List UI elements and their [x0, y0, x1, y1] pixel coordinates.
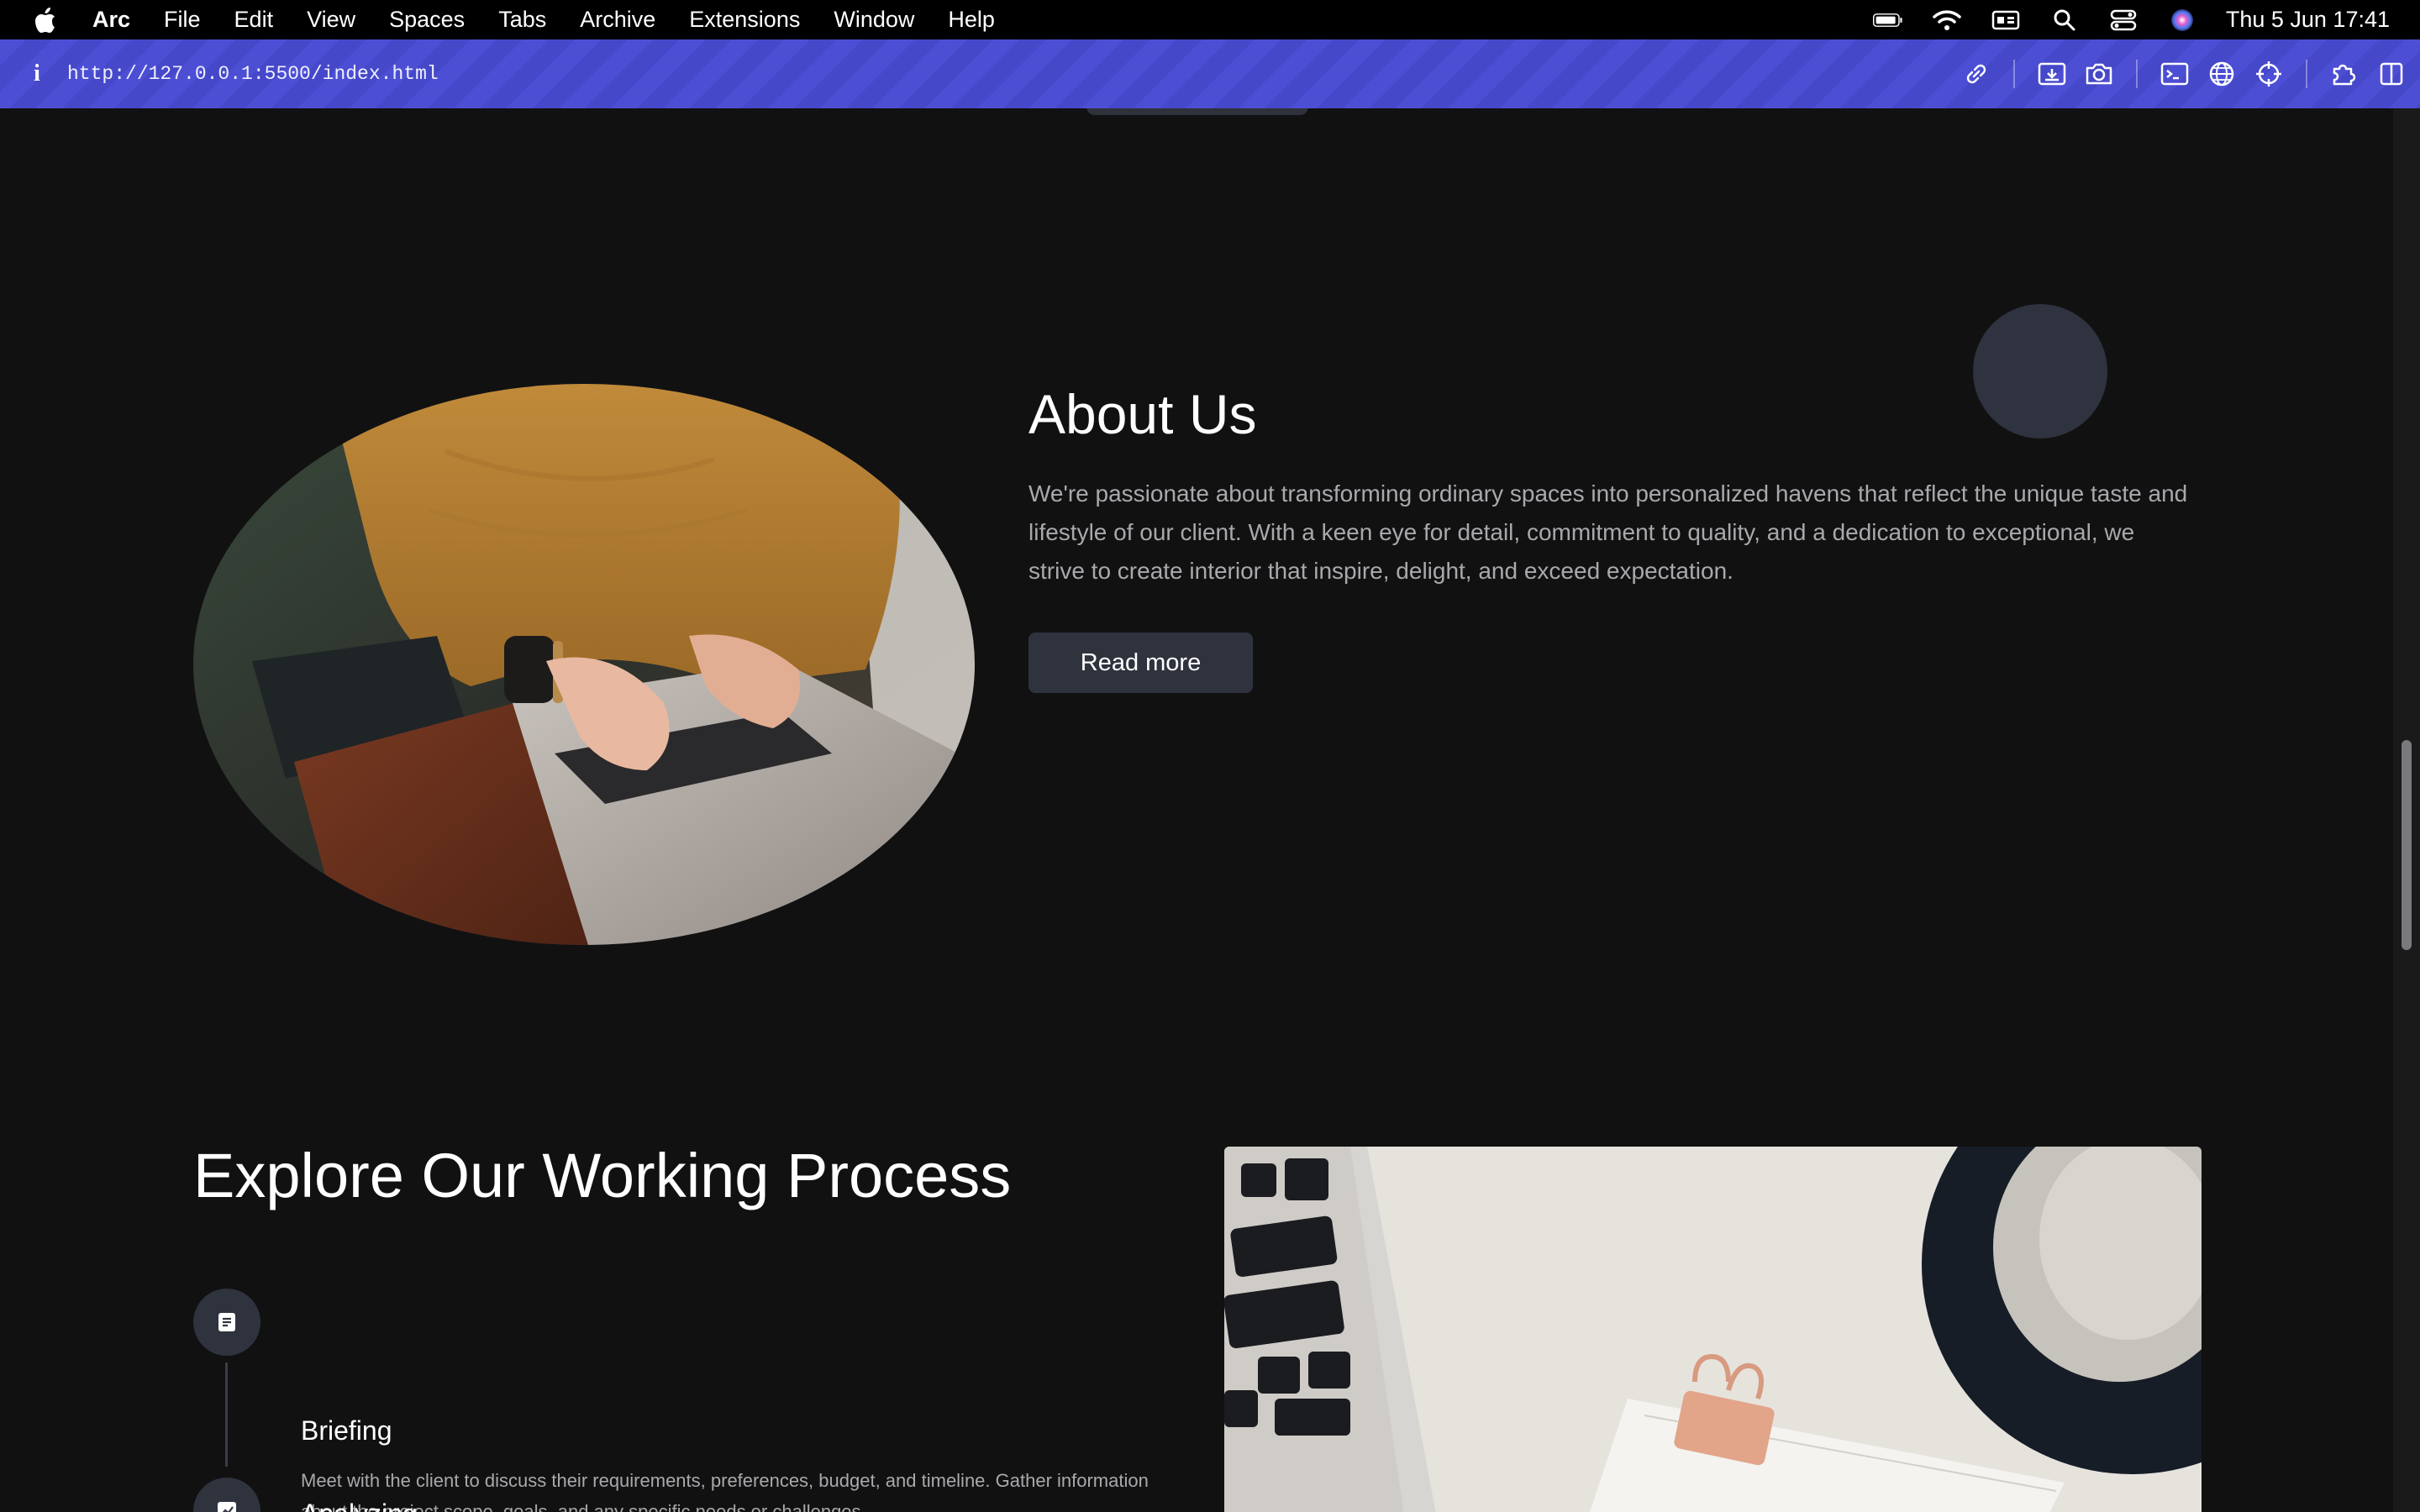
step-analyzing-title: Analyzing [301, 1499, 418, 1512]
menu-help[interactable]: Help [948, 7, 995, 33]
developer-console-icon[interactable] [2151, 50, 2198, 97]
menu-extensions[interactable]: Extensions [689, 7, 800, 33]
decorative-circle [1973, 304, 2107, 438]
apple-logo-icon[interactable] [32, 6, 57, 34]
menu-tabs[interactable]: Tabs [498, 7, 546, 33]
extensions-puzzle-icon[interactable] [2321, 50, 2368, 97]
read-more-button[interactable]: Read more [1028, 633, 1253, 693]
menu-view[interactable]: View [307, 7, 355, 33]
capture-icon[interactable] [2028, 50, 2075, 97]
toolbar-divider [2136, 60, 2138, 88]
process-title: Explore Our Working Process [193, 1141, 1012, 1210]
page-scrollbar[interactable] [2393, 108, 2420, 1512]
about-description: We're passionate about transforming ordi… [1028, 480, 2188, 584]
process-photo-desk [1224, 1147, 2202, 1512]
menu-edit[interactable]: Edit [234, 7, 274, 33]
chart-icon [218, 1502, 236, 1512]
scrollbar-thumb[interactable] [2402, 740, 2412, 950]
step-briefing-icon [193, 1289, 260, 1356]
toolbar-divider [2013, 60, 2015, 88]
input-source-icon[interactable] [1991, 8, 2021, 33]
site-info-icon[interactable]: i [29, 60, 45, 87]
globe-icon[interactable] [2198, 50, 2245, 97]
menu-window[interactable]: Window [834, 7, 914, 33]
about-photo-laptop [193, 384, 975, 945]
screenshot-camera-icon[interactable] [2075, 50, 2123, 97]
previous-section-button[interactable] [1086, 108, 1308, 115]
crosshair-icon[interactable] [2245, 50, 2292, 97]
url-field[interactable]: http://127.0.0.1:5500/index.html [67, 63, 439, 85]
menu-app-name[interactable]: Arc [92, 7, 130, 33]
menu-bar: Arc File Edit View Spaces Tabs Archive E… [0, 0, 2420, 39]
about-title: About Us [1028, 383, 1257, 445]
menu-file[interactable]: File [164, 7, 201, 33]
split-view-icon[interactable] [2368, 50, 2415, 97]
menubar-clock[interactable]: Thu 5 Jun 17:41 [2226, 7, 2390, 33]
battery-icon[interactable] [1872, 8, 1903, 33]
menu-archive[interactable]: Archive [580, 7, 655, 33]
document-icon [218, 1313, 235, 1331]
control-center-icon[interactable] [2108, 8, 2139, 33]
step-briefing-title: Briefing [301, 1415, 392, 1446]
spotlight-search-icon[interactable] [2049, 8, 2080, 33]
menu-spaces[interactable]: Spaces [389, 7, 465, 33]
copy-link-icon[interactable] [1953, 50, 2000, 97]
toolbar-divider [2306, 60, 2307, 88]
step-briefing-description: Meet with the client to discuss their re… [301, 1470, 1149, 1512]
page-viewport: About Us We're passionate about transfor… [0, 108, 2393, 1512]
browser-toolbar: i http://127.0.0.1:5500/index.html [0, 39, 2420, 108]
siri-icon[interactable] [2167, 8, 2197, 33]
step-connector-line [225, 1362, 228, 1467]
step-analyzing-icon [193, 1478, 260, 1512]
wifi-icon[interactable] [1932, 8, 1962, 33]
